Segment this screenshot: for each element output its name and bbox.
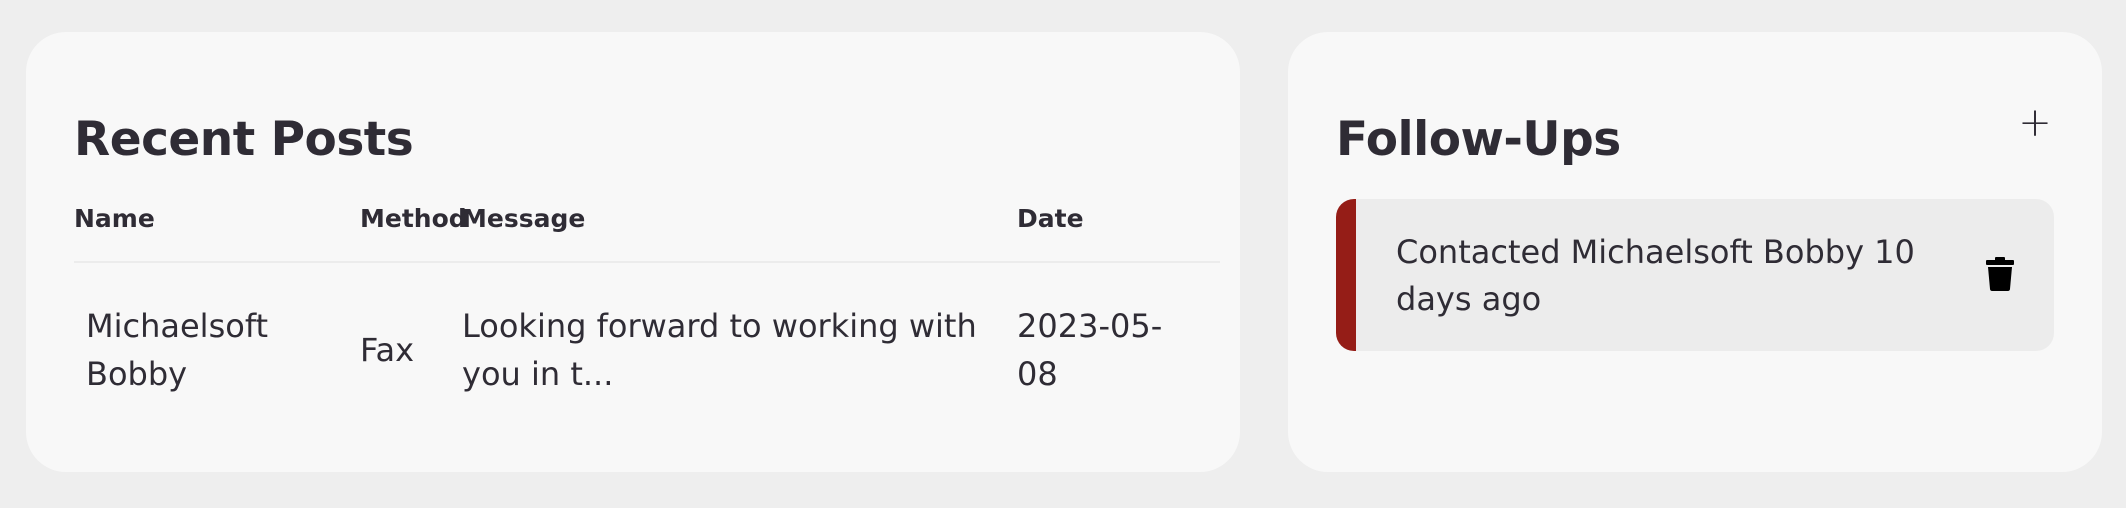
follow-up-text: Contacted Michaelsoft Bobby 10 days ago <box>1396 233 1915 318</box>
column-header-method: Method <box>360 204 467 233</box>
plus-icon: + <box>2018 100 2052 146</box>
column-header-message: Message <box>462 204 586 233</box>
follow-up-item: Contacted Michaelsoft Bobby 10 days ago <box>1336 199 2054 351</box>
delete-follow-up-button[interactable] <box>1986 257 2014 291</box>
recent-posts-card: Recent Posts Name Method Message Date Mi… <box>26 32 1240 472</box>
trash-icon <box>1986 257 2014 291</box>
follow-up-accent-bar <box>1336 199 1356 351</box>
add-follow-up-button[interactable]: + <box>2010 98 2060 148</box>
row-method-cell: Fax <box>360 331 415 369</box>
column-header-name: Name <box>74 204 155 233</box>
follow-ups-card: Follow-Ups + Contacted Michaelsoft Bobby… <box>1288 32 2102 472</box>
table-divider <box>74 261 1220 263</box>
row-message-cell: Looking forward to working with you in t… <box>462 307 977 393</box>
row-name-cell: Michaelsoft Bobby <box>86 307 269 393</box>
row-date-cell: 2023-05-08 <box>1017 307 1163 393</box>
follow-ups-title: Follow-Ups <box>1336 112 1621 167</box>
column-header-date: Date <box>1017 204 1084 233</box>
dashboard: Recent Posts Name Method Message Date Mi… <box>0 0 2126 508</box>
recent-posts-title: Recent Posts <box>74 112 414 167</box>
